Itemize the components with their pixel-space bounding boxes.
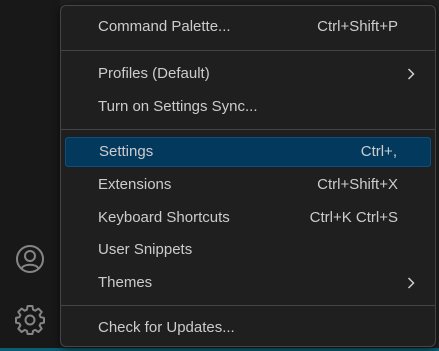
- menu-item-settings-sync[interactable]: Turn on Settings Sync...: [65, 92, 431, 122]
- account-icon[interactable]: [13, 242, 47, 276]
- manage-context-menu: Command Palette... Ctrl+Shift+P Profiles…: [60, 5, 436, 347]
- activity-bar: [0, 0, 60, 351]
- menu-item-themes[interactable]: Themes: [65, 268, 431, 298]
- menu-item-label: User Snippets: [98, 241, 193, 258]
- menu-item-label: Turn on Settings Sync...: [98, 98, 258, 115]
- menu-item-label: Profiles (Default): [98, 65, 210, 82]
- menu-item-user-snippets[interactable]: User Snippets: [65, 235, 431, 265]
- menu-item-shortcut: Ctrl+Shift+P: [317, 18, 398, 35]
- menu-item-label: Settings: [99, 143, 154, 160]
- menu-item-shortcut: Ctrl+K Ctrl+S: [309, 209, 398, 226]
- menu-item-check-updates[interactable]: Check for Updates...: [65, 313, 431, 343]
- menu-item-shortcut: Ctrl+Shift+X: [317, 176, 398, 193]
- menu-item-profiles[interactable]: Profiles (Default): [65, 59, 431, 89]
- menu-separator: [61, 305, 435, 306]
- menu-separator: [61, 50, 435, 51]
- vscode-window: Command Palette... Ctrl+Shift+P Profiles…: [0, 0, 439, 351]
- menu-item-label: Extensions: [98, 176, 172, 193]
- menu-item-extensions[interactable]: Extensions Ctrl+Shift+X: [65, 170, 431, 200]
- menu-item-label: Check for Updates...: [98, 319, 235, 336]
- chevron-right-icon: [407, 59, 415, 89]
- gear-icon[interactable]: [13, 303, 47, 337]
- chevron-right-icon: [407, 268, 415, 298]
- menu-item-label: Command Palette...: [98, 18, 231, 35]
- menu-item-keyboard-shortcuts[interactable]: Keyboard Shortcuts Ctrl+K Ctrl+S: [65, 203, 431, 233]
- menu-item-label: Keyboard Shortcuts: [98, 209, 230, 226]
- menu-item-settings[interactable]: Settings Ctrl+,: [65, 137, 431, 167]
- menu-item-shortcut: Ctrl+,: [360, 143, 397, 160]
- menu-item-label: Themes: [98, 274, 153, 291]
- menu-item-command-palette[interactable]: Command Palette... Ctrl+Shift+P: [65, 12, 431, 42]
- menu-separator: [61, 129, 435, 130]
